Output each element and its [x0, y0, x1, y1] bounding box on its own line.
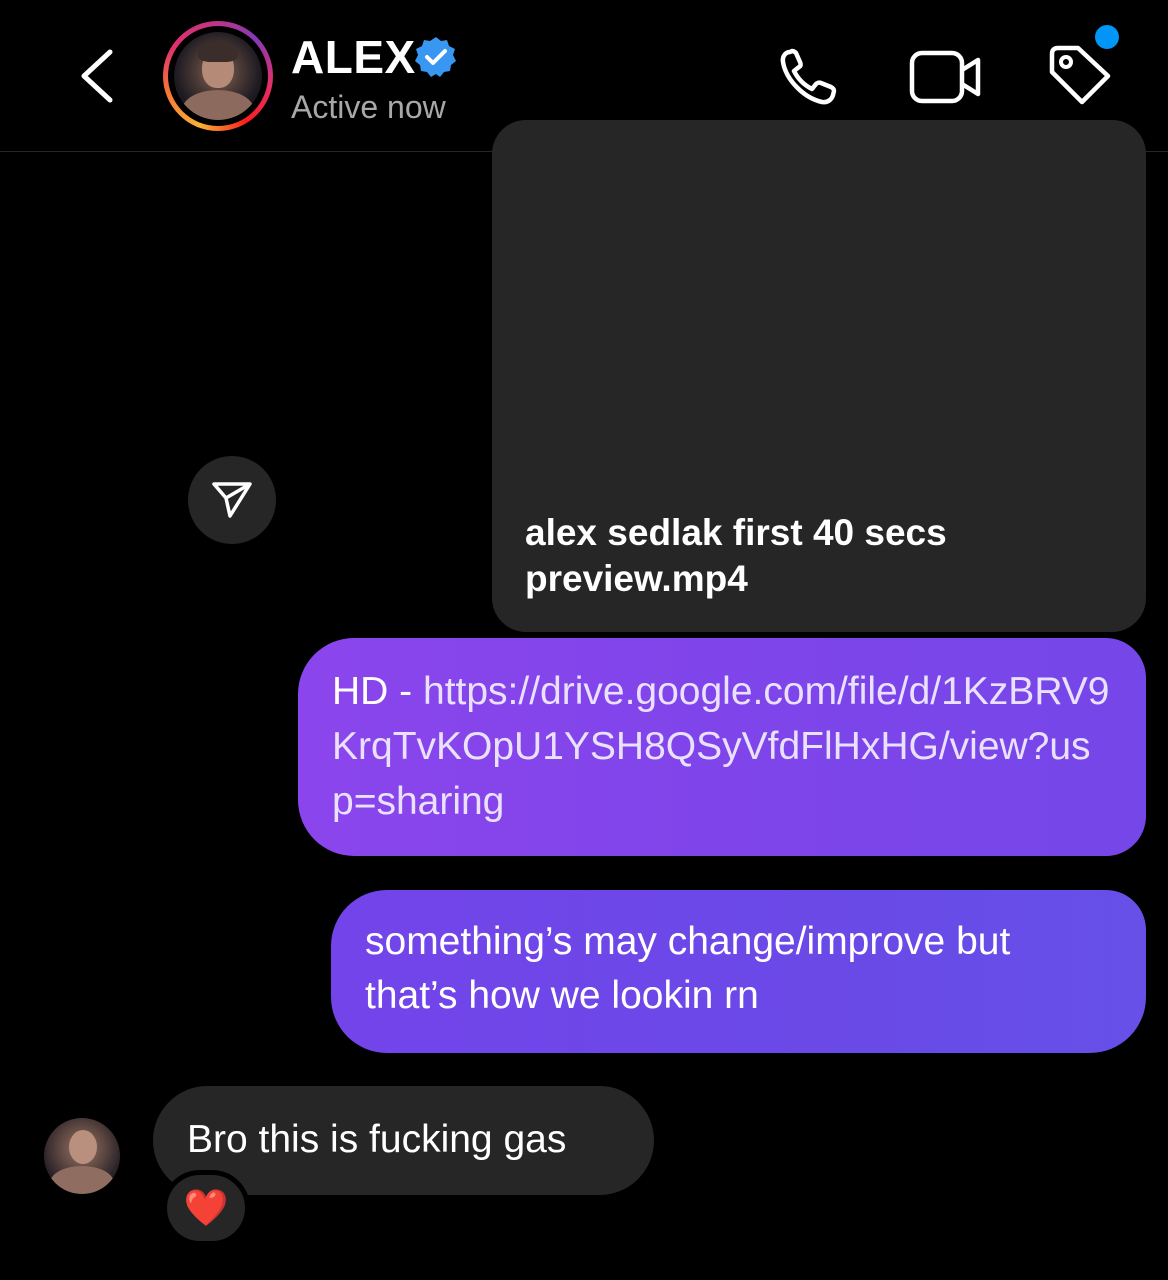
phone-icon	[780, 48, 837, 105]
outgoing-text-message[interactable]: something’s may change/improve but that’…	[331, 890, 1146, 1053]
share-button[interactable]	[188, 456, 276, 544]
video-file-name: alex sedlak first 40 secs preview.mp4	[525, 512, 947, 599]
contact-avatar[interactable]	[163, 21, 273, 131]
notification-dot	[1095, 25, 1119, 49]
verified-badge-icon	[415, 37, 456, 77]
send-icon	[212, 482, 252, 518]
message-text: something’s may change/improve but that’…	[365, 920, 1011, 1017]
chevron-left-icon	[81, 49, 113, 103]
video-attachment-message[interactable]: alex sedlak first 40 secs preview.mp4	[492, 120, 1146, 632]
link-prefix: HD -	[332, 670, 423, 713]
active-status: Active now	[291, 89, 446, 125]
drive-link[interactable]: https://drive.google.com/file/d/1KzBRV9K…	[332, 670, 1109, 823]
contact-name[interactable]: ALEX	[291, 30, 416, 84]
tag-button[interactable]	[1044, 44, 1116, 110]
tag-icon	[1049, 45, 1111, 105]
video-call-button[interactable]	[908, 48, 984, 106]
back-button[interactable]	[72, 44, 128, 108]
call-button[interactable]	[776, 44, 846, 108]
sender-avatar[interactable]	[44, 1118, 120, 1194]
video-camera-icon	[909, 50, 981, 104]
link-message[interactable]: HD - https://drive.google.com/file/d/1Kz…	[298, 638, 1146, 856]
message-text: Bro this is fucking gas	[187, 1118, 567, 1161]
heart-reaction[interactable]: ❤️	[162, 1170, 250, 1246]
avatar-photo	[174, 32, 262, 120]
heart-icon: ❤️	[183, 1187, 229, 1228]
